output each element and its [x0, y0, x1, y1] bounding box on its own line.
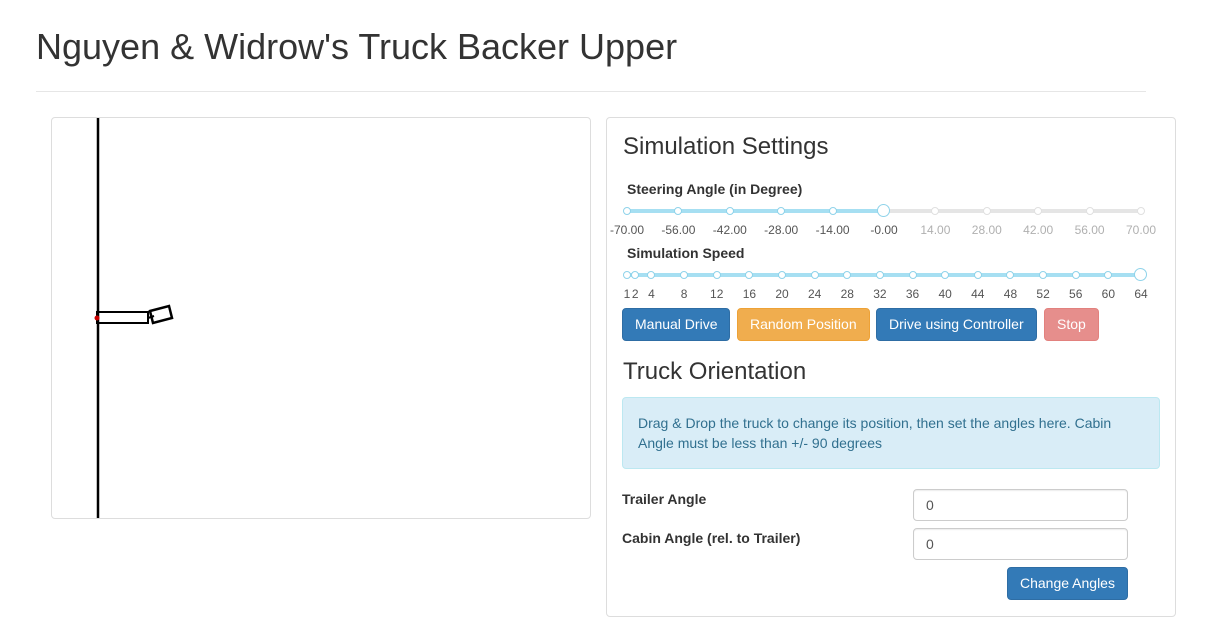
slider-tick — [810, 271, 819, 279]
random-position-button[interactable]: Random Position — [737, 308, 870, 341]
slider-tick — [828, 207, 837, 215]
slider-tick-label: 1 — [623, 287, 631, 301]
slider-fill — [627, 273, 1141, 277]
stop-button[interactable]: Stop — [1044, 308, 1099, 341]
slider-tick-label: 12 — [710, 287, 724, 301]
slider-tick — [982, 207, 991, 215]
slider-tick-label: 14.00 — [920, 223, 951, 237]
slider-tick — [1071, 271, 1080, 279]
cabin-angle-label: Cabin Angle (rel. to Trailer) — [622, 530, 801, 546]
slider-tick-label: 56 — [1069, 287, 1083, 301]
change-angles-button[interactable]: Change Angles — [1007, 567, 1128, 600]
slider-tick — [1006, 271, 1015, 279]
page-title: Nguyen & Widrow's Truck Backer Upper — [36, 26, 678, 67]
truck-trailer — [96, 311, 149, 324]
slider-tick — [777, 207, 786, 215]
slider-tick-label: -14.00 — [815, 223, 850, 237]
slider-tick — [631, 271, 640, 279]
slider-tick — [647, 271, 656, 279]
truck-rear-marker — [94, 315, 100, 321]
slider-tick — [931, 207, 940, 215]
slider-handle[interactable] — [877, 204, 890, 217]
slider-tick — [1137, 207, 1145, 215]
slider-tick — [1039, 271, 1048, 279]
slider-tick-label: 56.00 — [1074, 223, 1105, 237]
slider-tick — [1085, 207, 1094, 215]
slider-tick — [680, 271, 689, 279]
slider-tick — [875, 271, 884, 279]
slider-tick-label: -70.00 — [609, 223, 645, 237]
slider-tick-label: 42.00 — [1023, 223, 1054, 237]
slider-tick-label: -28.00 — [764, 223, 799, 237]
slider-tick-label: 64 — [1134, 287, 1148, 301]
truck-cabin — [148, 304, 174, 325]
steering-label: Steering Angle (in Degree) — [627, 181, 803, 197]
title-divider — [36, 91, 1146, 92]
slider-handle[interactable] — [1134, 268, 1147, 281]
slider-tick — [778, 271, 787, 279]
slider-tick-label: -56.00 — [661, 223, 696, 237]
slider-tick-label: 4 — [648, 287, 655, 301]
cabin-angle-input[interactable] — [913, 528, 1128, 560]
slider-tick-label: 28.00 — [971, 223, 1002, 237]
slider-tick — [941, 271, 950, 279]
slider-tick-label: 24 — [807, 287, 822, 301]
drive-controller-button[interactable]: Drive using Controller — [876, 308, 1037, 341]
trailer-angle-label: Trailer Angle — [622, 491, 707, 507]
slider-tick-label: 70.00 — [1125, 223, 1157, 237]
slider-tick — [843, 271, 852, 279]
slider-tick-label: 48 — [1003, 287, 1018, 301]
slider-tick-label: 8 — [680, 287, 688, 301]
slider-tick — [623, 207, 631, 215]
slider-tick — [674, 207, 683, 215]
slider-tick-label: -42.00 — [712, 223, 747, 237]
slider-tick-label: -0.00 — [870, 223, 898, 237]
manual-drive-button[interactable]: Manual Drive — [622, 308, 731, 341]
slider-tick — [623, 271, 631, 279]
slider-tick — [908, 271, 917, 279]
settings-heading: Simulation Settings — [623, 133, 829, 160]
slider-tick-label: 32 — [873, 287, 887, 301]
trailer-angle-input[interactable] — [913, 489, 1128, 521]
truck[interactable] — [94, 304, 174, 325]
slider-tick-label: 40 — [938, 287, 952, 301]
steering-angle-slider[interactable] — [623, 204, 1145, 218]
slider-tick — [1034, 207, 1043, 215]
slider-tick — [1104, 271, 1113, 279]
slider-tick — [973, 271, 982, 279]
slider-tick-label: 2 — [631, 287, 639, 301]
simulation-svg[interactable] — [52, 118, 590, 518]
simulation-speed-slider[interactable] — [623, 268, 1147, 282]
slider-tick-label: 36 — [905, 287, 920, 301]
orientation-heading: Truck Orientation — [623, 358, 807, 385]
slider-tick-label: 16 — [742, 287, 757, 301]
slider-tick-label: 20 — [775, 287, 789, 301]
info-alert: Drag & Drop the truck to change its posi… — [622, 397, 1160, 469]
slider-tick-label: 28 — [840, 287, 854, 301]
settings-panel: Simulation Settings Steering Angle (in D… — [606, 117, 1176, 617]
slider-tick-label: 44 — [971, 287, 985, 301]
slider-tick — [745, 271, 754, 279]
slider-fill — [627, 209, 884, 213]
slider-tick — [725, 207, 734, 215]
speed-label: Simulation Speed — [627, 245, 745, 261]
slider-tick-label: 52 — [1036, 287, 1050, 301]
slider-tick-label: 60 — [1101, 287, 1116, 301]
slider-tick — [712, 271, 721, 279]
simulation-canvas[interactable] — [51, 117, 591, 519]
